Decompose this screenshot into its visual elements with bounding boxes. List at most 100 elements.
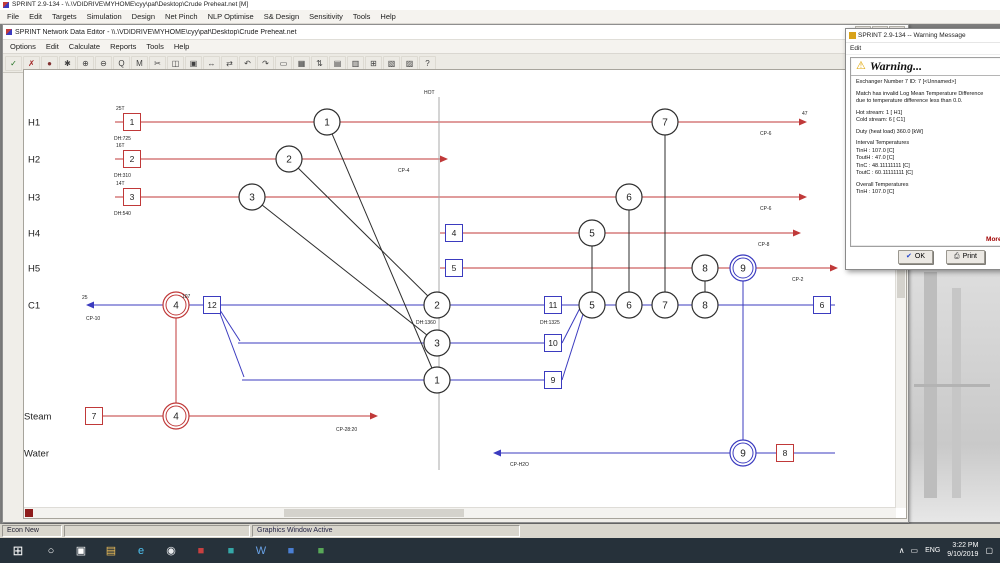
unit-square-11[interactable]: 11 (544, 296, 562, 314)
exchanger-node-3[interactable]: 3 (423, 329, 451, 357)
editor-menu-options[interactable]: Options (5, 42, 41, 51)
exchanger-node-3[interactable]: 3 (238, 183, 266, 211)
annotation-label: CP-4 (398, 168, 410, 174)
editor-menu-tools[interactable]: Tools (141, 42, 169, 51)
exchanger-node-6[interactable]: 6 (615, 291, 643, 319)
warning-heading: Warning... (869, 59, 923, 73)
main-menu-design[interactable]: Design (127, 12, 160, 21)
svg-text:3: 3 (249, 193, 255, 204)
taskbar-file-explorer-icon[interactable]: ▤ (96, 538, 126, 563)
taskbar-app-teal-icon[interactable]: ■ (216, 538, 246, 563)
dialog-menu-edit[interactable]: Edit (846, 45, 865, 52)
editor-app-icon (6, 29, 12, 35)
stream-label-h1: H1 (28, 118, 40, 129)
main-menu-net-pinch[interactable]: Net Pinch (160, 12, 203, 21)
svg-text:6: 6 (626, 193, 632, 204)
editor-menu-help[interactable]: Help (169, 42, 194, 51)
exchanger-node-8[interactable]: 8 (691, 254, 719, 282)
annotation-label: HOT (424, 90, 435, 96)
warning-dialog-titlebar[interactable]: SPRINT 2.9-134 -- Warning Message (846, 29, 1000, 43)
main-menu-nlp-optimise[interactable]: NLP Optimise (203, 12, 259, 21)
unit-square-5[interactable]: 5 (445, 259, 463, 277)
taskbar-clock[interactable]: 3:22 PM 9/10/2019 (947, 542, 978, 559)
ok-button[interactable]: ✔ OK (898, 250, 933, 264)
exchanger-node-1[interactable]: 1 (423, 366, 451, 394)
taskbar-app-blue-icon[interactable]: ■ (276, 538, 306, 563)
unit-square-3[interactable]: 3 (123, 188, 141, 206)
taskbar-search-icon[interactable]: ○ (36, 538, 66, 563)
unit-square-10[interactable]: 10 (544, 334, 562, 352)
taskbar-word-icon[interactable]: W (246, 538, 276, 563)
more-link[interactable]: More... (986, 236, 1000, 243)
main-menubar: File Edit Targets Simulation Design Net Pinch… (0, 10, 1000, 24)
taskbar-edge-browser-icon[interactable]: e (126, 538, 156, 563)
svg-text:5: 5 (589, 301, 595, 312)
warning-dialog-body: ⚠ Warning... Exchanger Number 7 ID: 7 [<… (846, 54, 1000, 269)
taskbar-chrome-browser-icon[interactable]: ◉ (156, 538, 186, 563)
svg-text:7: 7 (662, 301, 668, 312)
taskbar-start-icon[interactable]: ⊞ (0, 538, 36, 563)
status-bar: Econ New Graphics Window Active (0, 524, 1000, 538)
annotation-label: DH:1360 (416, 320, 436, 326)
main-menu-simulation[interactable]: Simulation (82, 12, 127, 21)
exchanger-node-5[interactable]: 5 (578, 219, 606, 247)
c1-merge-upper (561, 307, 581, 344)
svg-text:1: 1 (434, 376, 440, 387)
tray-display-icon[interactable]: ▭ (911, 546, 919, 555)
editor-menu-reports[interactable]: Reports (105, 42, 141, 51)
toolbar-accept-icon[interactable]: ✓ (5, 55, 22, 71)
printer-icon: ⎙ (954, 253, 960, 260)
unit-square-8[interactable]: 8 (776, 444, 794, 462)
exchanger-node-8[interactable]: 8 (691, 291, 719, 319)
palette-button[interactable] (25, 509, 33, 517)
exchanger-node-4[interactable]: 4 (162, 402, 190, 430)
main-menu-edit[interactable]: Edit (24, 12, 47, 21)
horizontal-scroll-thumb[interactable] (284, 509, 464, 517)
editor-menu-edit[interactable]: Edit (41, 42, 64, 51)
language-indicator[interactable]: ENG (925, 547, 940, 554)
unit-square-4[interactable]: 4 (445, 224, 463, 242)
unit-square-2[interactable]: 2 (123, 150, 141, 168)
svg-text:8: 8 (702, 301, 708, 312)
main-menu-tools[interactable]: Tools (348, 12, 376, 21)
editor-titlebar[interactable]: SPRINT Network Data Editor - \\.\VDIDRIV… (3, 25, 908, 40)
warning-text-line: due to temperature difference less than … (856, 98, 963, 104)
unit-square-1[interactable]: 1 (123, 113, 141, 131)
unit-square-6[interactable]: 6 (813, 296, 831, 314)
tray-expand-icon[interactable]: ∧ (899, 546, 905, 555)
main-menu-targets[interactable]: Targets (47, 12, 82, 21)
main-menu-s-design[interactable]: S& Design (259, 12, 304, 21)
unit-square-12[interactable]: 12 (203, 296, 221, 314)
svg-text:6: 6 (626, 301, 632, 312)
unit-square-9[interactable]: 9 (544, 371, 562, 389)
svg-text:7: 7 (662, 118, 668, 129)
exchanger-node-2[interactable]: 2 (275, 145, 303, 173)
exchanger-node-2[interactable]: 2 (423, 291, 451, 319)
stream-label-water: Water (24, 449, 49, 460)
main-menu-file[interactable]: File (2, 12, 24, 21)
main-menu-sensitivity[interactable]: Sensitivity (304, 12, 348, 21)
taskbar-task-view-icon[interactable]: ▣ (66, 538, 96, 563)
exchanger-node-6[interactable]: 6 (615, 183, 643, 211)
main-menu-help[interactable]: Help (375, 12, 400, 21)
exchanger-node-1[interactable]: 1 (313, 108, 341, 136)
svg-text:10: 10 (548, 338, 558, 348)
sprint-app-icon (3, 2, 9, 8)
exchanger-node-9[interactable]: 9 (729, 254, 757, 282)
editor-menu-calculate[interactable]: Calculate (64, 42, 105, 51)
annotation-label: DH:1325 (540, 320, 560, 326)
print-button[interactable]: ⎙ Print (946, 250, 986, 264)
exchanger-node-7[interactable]: 7 (651, 291, 679, 319)
taskbar-app-green-icon[interactable]: ■ (306, 538, 336, 563)
notification-center-icon[interactable]: ▢ (985, 546, 993, 555)
svg-text:1: 1 (130, 117, 135, 127)
network-editor-window: SPRINT Network Data Editor - \\.\VDIDRIV… (2, 24, 909, 523)
exchanger-node-9[interactable]: 9 (729, 439, 757, 467)
exchanger-node-7[interactable]: 7 (651, 108, 679, 136)
unit-square-7[interactable]: 7 (85, 407, 103, 425)
graphics-canvas[interactable]: 1 2 3 4 5 12 11 10 9 6 7 8 1 7 2 3 6 5 8 9 4 2 5 6 7 8 3 1 4 9 H1 H2 H3 H… (23, 69, 907, 519)
horizontal-scrollbar[interactable] (24, 507, 896, 518)
exchanger-node-5[interactable]: 5 (578, 291, 606, 319)
svg-text:5: 5 (589, 229, 595, 240)
taskbar-app-red-icon[interactable]: ■ (186, 538, 216, 563)
